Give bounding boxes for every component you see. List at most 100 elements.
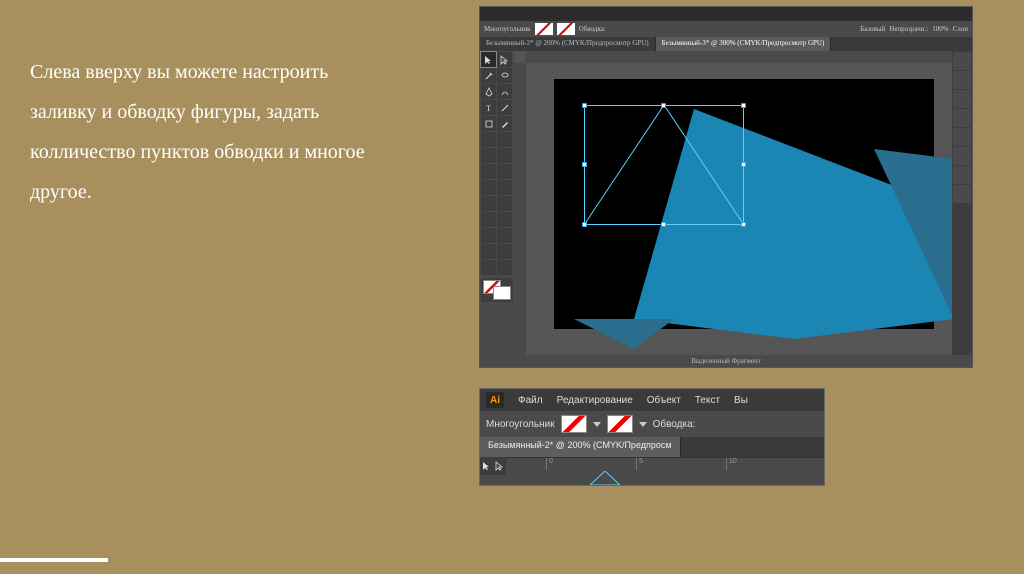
fill-swatch[interactable] — [535, 23, 553, 35]
eyedropper-tool-icon[interactable] — [481, 212, 496, 227]
right-panel-dock — [952, 51, 972, 355]
column-graph-tool-icon[interactable] — [497, 228, 512, 243]
selection-handle[interactable] — [582, 162, 587, 167]
style-label: Базовый — [860, 25, 885, 33]
selection-handle[interactable] — [741, 222, 746, 227]
properties-panel-icon[interactable] — [953, 52, 971, 70]
brushes-panel-icon[interactable] — [953, 109, 971, 127]
horizontal-ruler-detail: 0 5 10 — [506, 457, 824, 469]
opacity-label: Непрозрачн.: — [889, 25, 928, 33]
stroke-color-icon[interactable] — [493, 286, 511, 300]
ruler-tick: 10 — [726, 458, 737, 470]
tool-label: Многоугольник — [484, 25, 531, 33]
stroke-swatch[interactable] — [557, 23, 575, 35]
swatches-panel-icon[interactable] — [953, 90, 971, 108]
selection-handle[interactable] — [741, 162, 746, 167]
description-text: Слева вверху вы можете настроить заливку… — [30, 52, 390, 212]
illustrator-screenshot-main: Многоугольник Обводка: Базовый Непрозрач… — [479, 6, 973, 368]
selection-handle[interactable] — [661, 222, 666, 227]
description-panel: Слева вверху вы можете настроить заливку… — [30, 52, 390, 212]
selection-tool-icon[interactable] — [480, 457, 493, 475]
lasso-tool-icon[interactable] — [497, 68, 512, 83]
fill-swatch-detail[interactable] — [561, 415, 587, 433]
slide-accent-line — [0, 558, 108, 562]
appearance-panel-icon[interactable] — [953, 166, 971, 184]
pen-tool-icon[interactable] — [481, 84, 496, 99]
illustrator-screenshot-detail: Ai Файл Редактирование Объект Текст Вы М… — [479, 388, 825, 486]
perspective-tool-icon[interactable] — [497, 180, 512, 195]
rotate-tool-icon[interactable] — [481, 148, 496, 163]
artwork-peek — [590, 471, 620, 485]
fill-stroke-well[interactable] — [481, 278, 513, 302]
free-transform-tool-icon[interactable] — [497, 164, 512, 179]
direct-selection-tool-icon[interactable] — [493, 457, 506, 475]
selection-tool-icon[interactable] — [481, 52, 496, 67]
status-text: Выделенный Фрагмент — [691, 357, 761, 365]
selection-handle[interactable] — [741, 103, 746, 108]
slice-tool-icon[interactable] — [497, 244, 512, 259]
svg-text:T: T — [486, 104, 491, 113]
transparency-panel-icon[interactable] — [953, 185, 971, 203]
chevron-down-icon[interactable] — [593, 422, 601, 427]
tool-label-detail: Многоугольник — [486, 419, 555, 430]
paintbrush-tool-icon[interactable] — [497, 116, 512, 131]
chevron-down-icon[interactable] — [639, 422, 647, 427]
selection-bounding-box[interactable] — [584, 105, 744, 225]
magic-wand-tool-icon[interactable] — [481, 68, 496, 83]
ruler-tick: 0 — [546, 458, 553, 470]
menu-more[interactable]: Вы — [734, 395, 748, 406]
vertical-ruler — [514, 63, 526, 355]
status-bar: Выделенный Фрагмент — [480, 355, 972, 367]
control-bar: Многоугольник Обводка: Базовый Непрозрач… — [480, 21, 972, 37]
line-tool-icon[interactable] — [497, 100, 512, 115]
selection-handle[interactable] — [582, 222, 587, 227]
layers-panel-icon[interactable] — [953, 147, 971, 165]
artboard[interactable] — [554, 79, 934, 329]
shape-builder-tool-icon[interactable] — [481, 180, 496, 195]
horizontal-ruler — [526, 51, 952, 63]
layers-label: Слои — [953, 25, 968, 33]
scale-tool-icon[interactable] — [497, 148, 512, 163]
document-tabs: Безымянный-2* @ 200% (CMYK/Предпросмотр … — [480, 37, 972, 51]
toolbox: T — [480, 51, 514, 355]
toolbox-detail — [480, 457, 506, 475]
document-tabs-detail: Безымянный-2* @ 200% (CMYK/Предпросм — [480, 437, 824, 457]
menu-type[interactable]: Текст — [695, 395, 720, 406]
color-panel-icon[interactable] — [953, 71, 971, 89]
mesh-tool-icon[interactable] — [481, 196, 496, 211]
document-tab-0[interactable]: Безымянный-2* @ 200% (CMYK/Предпросмотр … — [480, 37, 656, 51]
zoom-tool-icon[interactable] — [497, 260, 512, 275]
artwork-shapes[interactable] — [614, 119, 952, 339]
menu-edit[interactable]: Редактирование — [557, 395, 633, 406]
hand-tool-icon[interactable] — [481, 260, 496, 275]
menu-object[interactable]: Объект — [647, 395, 681, 406]
width-tool-icon[interactable] — [481, 164, 496, 179]
symbol-sprayer-tool-icon[interactable] — [481, 228, 496, 243]
document-tab-detail[interactable]: Безымянный-2* @ 200% (CMYK/Предпросм — [480, 437, 681, 457]
selection-handle[interactable] — [582, 103, 587, 108]
menu-file[interactable]: Файл — [518, 395, 543, 406]
direct-selection-tool-icon[interactable] — [497, 52, 512, 67]
stroke-label: Обводка: — [579, 25, 606, 33]
workspace: T — [480, 51, 972, 355]
stroke-swatch-detail[interactable] — [607, 415, 633, 433]
stroke-panel-icon[interactable] — [953, 128, 971, 146]
stroke-label-detail: Обводка: — [653, 419, 696, 430]
type-tool-icon[interactable]: T — [481, 100, 496, 115]
ruler-tick: 5 — [636, 458, 643, 470]
rectangle-tool-icon[interactable] — [481, 116, 496, 131]
opacity-value: 100% — [932, 25, 948, 33]
document-tab-1[interactable]: Безымянный-3* @ 300% (CMYK/Предпросмотр … — [656, 37, 832, 51]
selection-handle[interactable] — [661, 103, 666, 108]
eraser-tool-icon[interactable] — [497, 132, 512, 147]
curvature-tool-icon[interactable] — [497, 84, 512, 99]
shaper-tool-icon[interactable] — [481, 132, 496, 147]
canvas-area[interactable] — [514, 51, 952, 355]
artboard-tool-icon[interactable] — [481, 244, 496, 259]
gradient-tool-icon[interactable] — [497, 196, 512, 211]
menubar: Ai Файл Редактирование Объект Текст Вы — [480, 389, 824, 411]
app-logo-icon: Ai — [486, 392, 504, 408]
blend-tool-icon[interactable] — [497, 212, 512, 227]
control-bar-detail: Многоугольник Обводка: — [480, 411, 824, 437]
app-titlebar — [480, 7, 972, 21]
